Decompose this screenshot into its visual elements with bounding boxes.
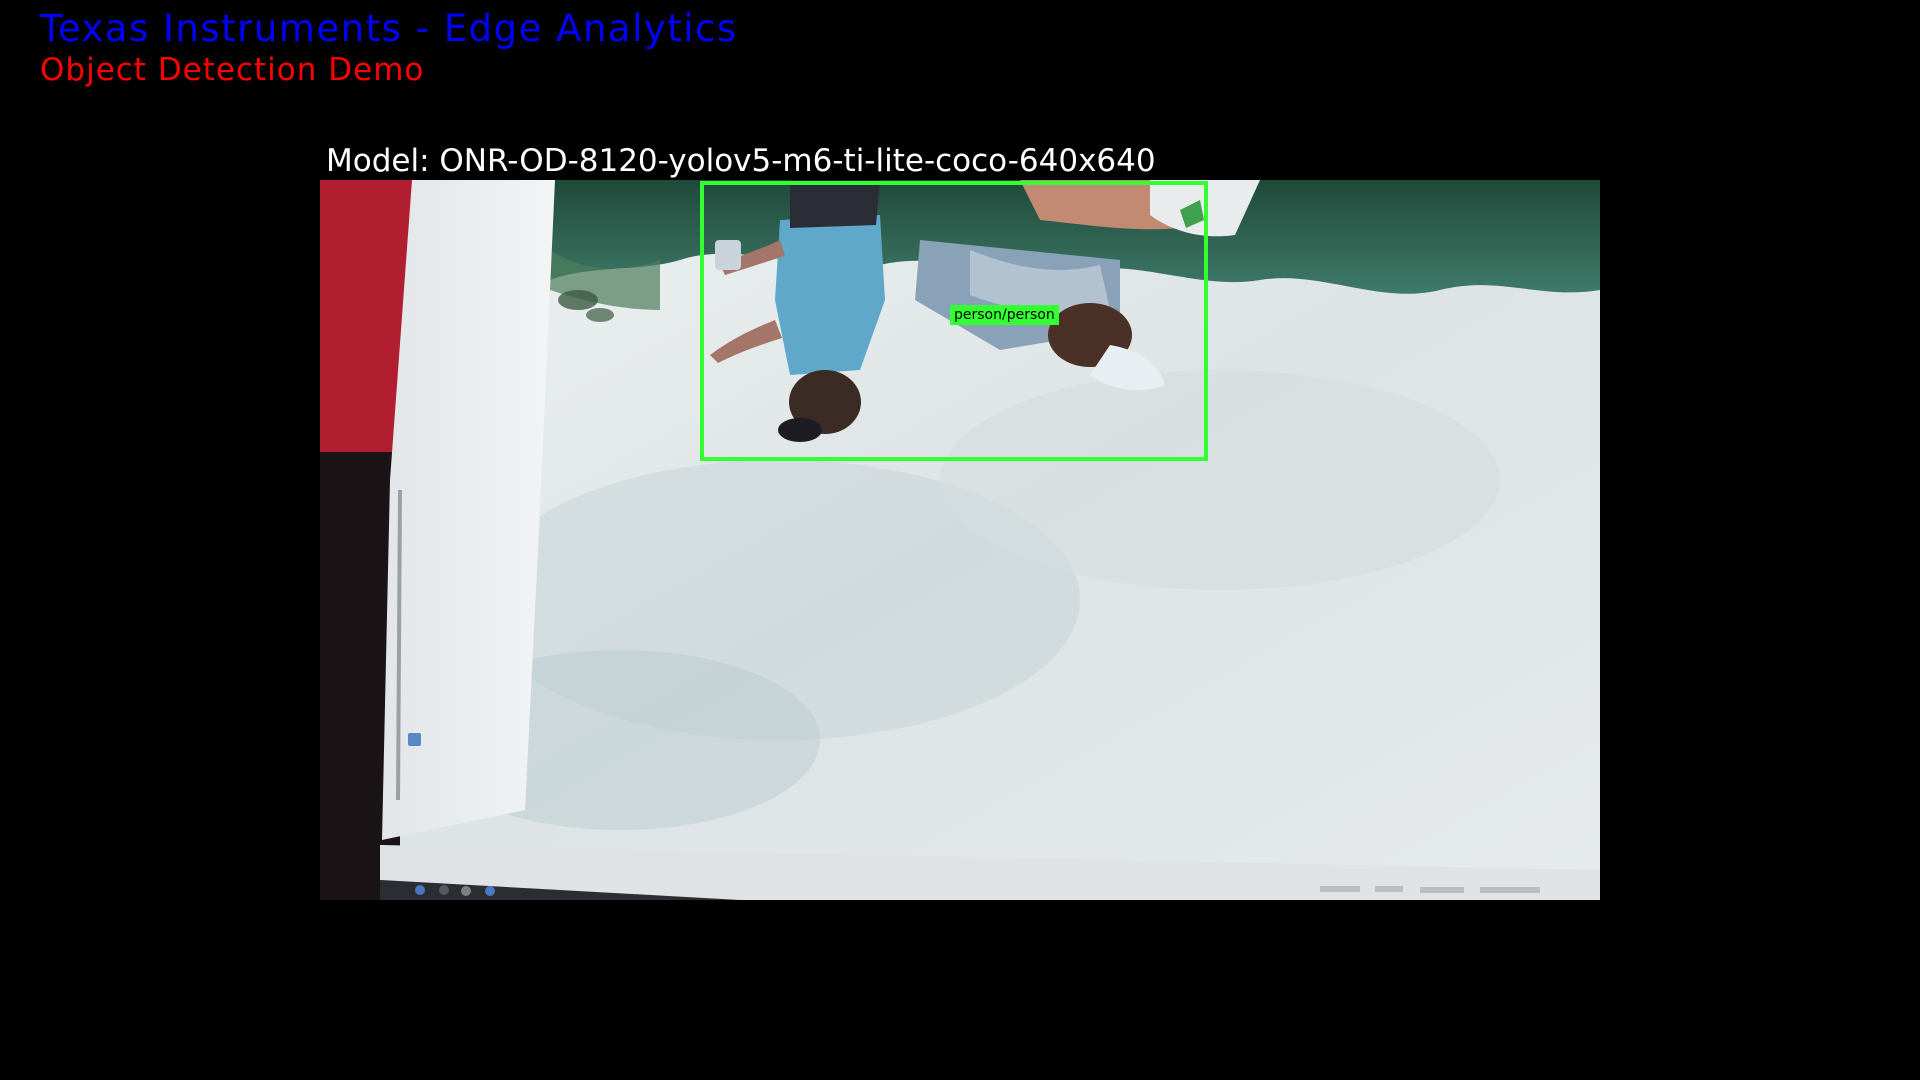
- app-title: Texas Instruments - Edge Analytics: [40, 7, 738, 50]
- detection-label-person: person/person: [950, 305, 1059, 325]
- model-name-label: Model: ONR-OD-8120-yolov5-m6-ti-lite-coc…: [326, 143, 1156, 179]
- camera-frame: person/person: [320, 180, 1600, 900]
- app-subtitle: Object Detection Demo: [40, 52, 425, 88]
- edge-analytics-viewer: { "header": { "title": "Texas Instrument…: [0, 0, 1920, 1080]
